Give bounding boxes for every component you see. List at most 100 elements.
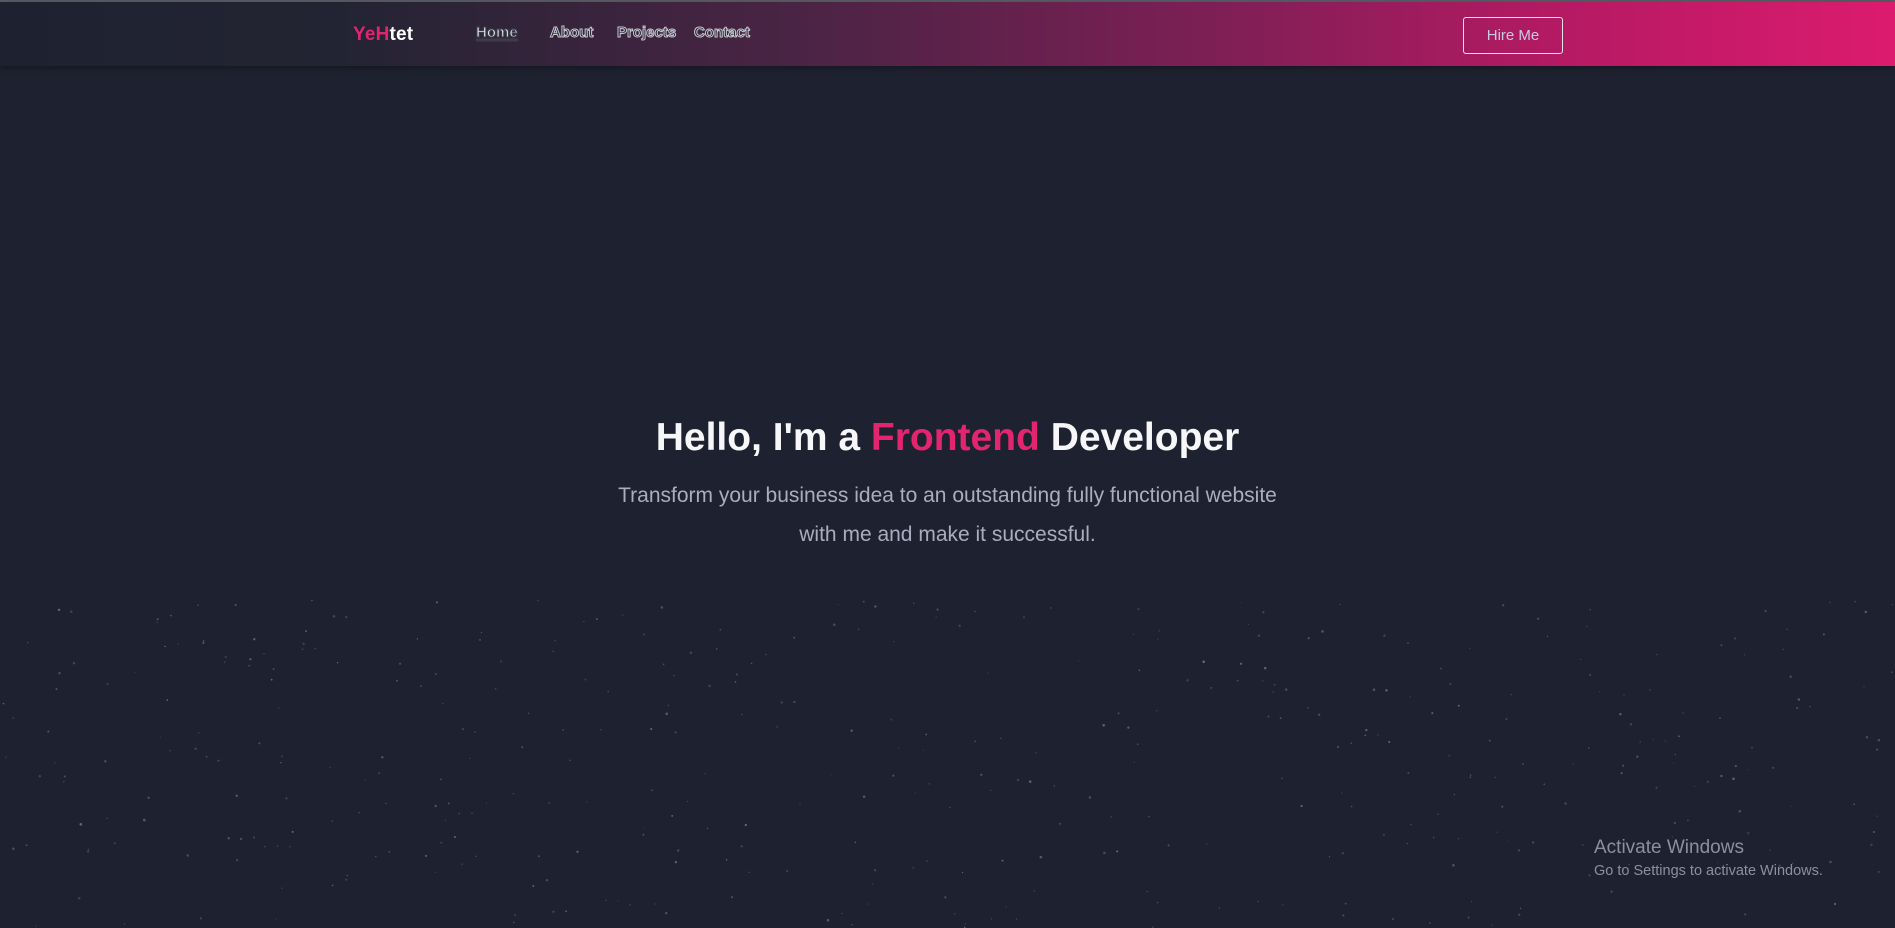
star-dot <box>674 860 678 864</box>
star-dot <box>780 701 783 704</box>
star-dot <box>1747 769 1749 771</box>
star-dot <box>1664 740 1666 742</box>
star-dot <box>1307 707 1309 709</box>
star-dot <box>1656 654 1658 656</box>
star-dot <box>1829 601 1831 604</box>
star-dot <box>1470 774 1472 776</box>
site-logo[interactable]: YeHtet <box>353 24 413 46</box>
hire-me-button[interactable]: Hire Me <box>1463 17 1563 54</box>
star-dot <box>1156 710 1158 712</box>
star-dot <box>223 661 226 664</box>
star-dot <box>1636 755 1639 758</box>
star-dot <box>1344 902 1347 905</box>
star-dot <box>958 624 961 627</box>
star-dot <box>1587 746 1590 749</box>
star-dot <box>1572 763 1574 765</box>
nav-link-home[interactable]: Home <box>476 24 519 42</box>
star-dot <box>1629 723 1633 726</box>
star-dot <box>471 812 473 814</box>
star-dot <box>1364 734 1367 737</box>
star-dot <box>331 820 334 822</box>
star-dot <box>385 802 387 804</box>
star-dot <box>1522 762 1524 765</box>
star-dot <box>478 638 482 642</box>
star-dot <box>686 801 689 803</box>
star-dot <box>234 603 237 607</box>
star-dot <box>1720 774 1723 778</box>
star-dot <box>444 819 447 822</box>
star-dot <box>765 653 767 656</box>
star-dot <box>345 615 348 619</box>
star-dot <box>793 700 796 704</box>
star-dot <box>528 712 530 714</box>
star-dot <box>314 648 316 650</box>
star-dot <box>1471 901 1473 903</box>
star-dot <box>654 903 656 905</box>
star-dot <box>1321 630 1324 633</box>
star-dot <box>744 823 747 827</box>
nav-link-contact[interactable]: Contact <box>694 24 751 42</box>
star-dot <box>170 614 172 617</box>
star-dot <box>1210 687 1213 689</box>
star-dot <box>104 760 107 763</box>
star-dot <box>1502 604 1505 607</box>
star-dot <box>26 641 29 644</box>
star-dot <box>893 641 895 643</box>
star-dot <box>156 621 158 624</box>
star-dot <box>1385 689 1388 692</box>
star-dot <box>562 729 565 731</box>
star-dot <box>134 672 136 674</box>
star-dot <box>12 847 15 851</box>
star-dot <box>462 728 464 730</box>
star-dot <box>440 778 442 781</box>
star-dot <box>1543 783 1545 785</box>
star-dot <box>552 910 555 913</box>
star-dot <box>186 854 190 857</box>
star-dot <box>1406 842 1409 845</box>
star-dot <box>474 730 476 733</box>
star-dot <box>1732 777 1735 781</box>
star-dot <box>275 918 277 920</box>
nav-link-projects[interactable]: Projects <box>616 24 676 42</box>
star-dot <box>285 797 288 800</box>
star-dot <box>1058 822 1061 825</box>
star-dot <box>264 845 266 848</box>
star-dot <box>1797 698 1801 701</box>
star-dot <box>159 736 161 738</box>
star-dot <box>1891 604 1893 606</box>
star-dot <box>974 740 977 743</box>
star-dot <box>1750 746 1754 749</box>
star-dot <box>671 814 674 817</box>
star-dot <box>434 871 437 874</box>
activate-windows-watermark: Activate Windows Go to Settings to activ… <box>1594 836 1823 881</box>
star-dot <box>1102 724 1105 727</box>
star-dot <box>1501 805 1504 808</box>
star-dot <box>650 728 653 730</box>
star-dot <box>434 673 437 675</box>
star-dot <box>1133 761 1135 763</box>
star-dot <box>1891 671 1893 674</box>
star-dot <box>1491 924 1493 926</box>
star-dot <box>63 781 65 783</box>
star-dot <box>830 773 832 776</box>
star-dot <box>1877 738 1881 742</box>
star-dot <box>1133 634 1135 636</box>
star-dot <box>1432 836 1435 839</box>
star-dot <box>1407 642 1409 644</box>
star-dot <box>1300 805 1303 808</box>
star-dot <box>1437 813 1439 815</box>
star-dot <box>1341 792 1343 794</box>
nav-link-about[interactable]: About <box>549 24 593 42</box>
logo-part-1: Ye <box>353 24 376 45</box>
star-dot <box>1262 680 1264 682</box>
star-dot <box>862 795 866 798</box>
star-dot <box>25 844 28 847</box>
star-dot <box>469 757 471 759</box>
star-dot <box>1239 601 1241 604</box>
star-dot <box>302 642 305 645</box>
star-dot <box>305 630 307 633</box>
star-dot <box>1564 802 1567 805</box>
star-dot <box>1494 776 1496 778</box>
star-dot <box>837 604 839 606</box>
star-dot <box>1518 913 1521 916</box>
